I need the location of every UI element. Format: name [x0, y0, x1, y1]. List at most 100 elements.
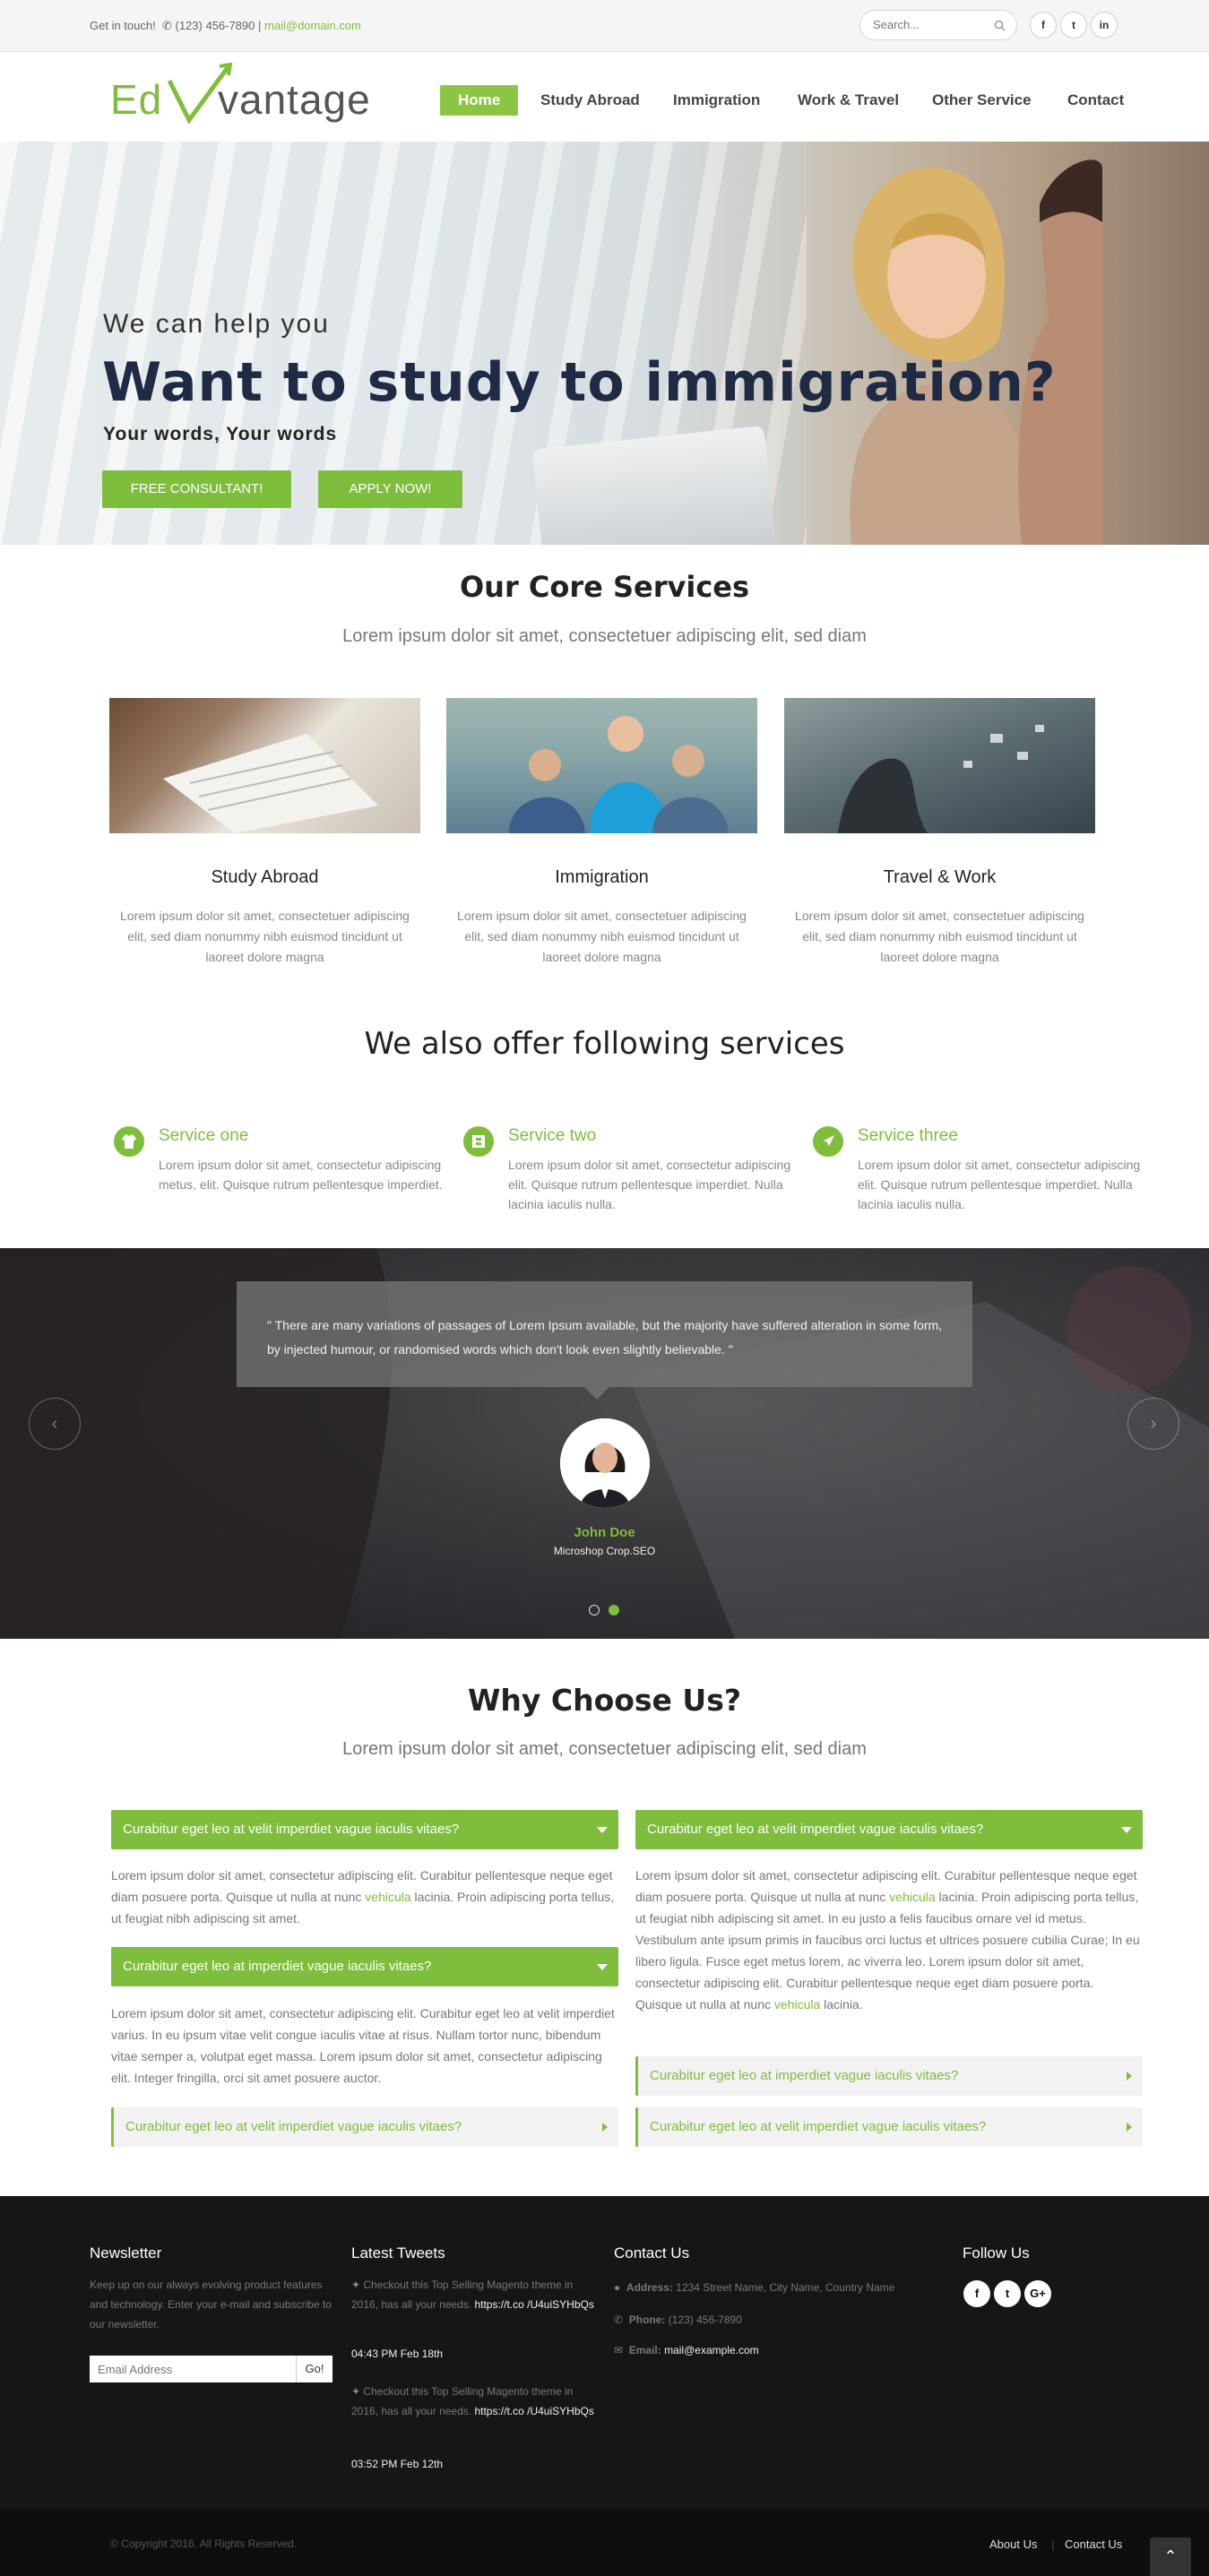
immigration-text: Lorem ipsum dolor sit amet, consectetuer… — [457, 909, 747, 964]
carousel-dot-1[interactable] — [589, 1605, 600, 1615]
logo-part-ed: Ed — [110, 76, 163, 123]
service-two-text: Lorem ipsum dolor sit amet, consectetur … — [508, 1158, 791, 1211]
search-input[interactable] — [873, 18, 989, 31]
search-box[interactable] — [859, 10, 1017, 40]
study-abroad-image[interactable] — [109, 698, 420, 833]
nav-contact[interactable]: Contact — [1067, 85, 1124, 116]
accordion-right-1-header[interactable]: Curabitur eget leo at velit imperdiet va… — [635, 1810, 1143, 1849]
nav-other-service[interactable]: Other Service — [932, 85, 1032, 116]
accordion-right-2-title: Curabitur eget leo at imperdiet vague ia… — [650, 2068, 959, 2083]
newsletter-email-input[interactable] — [90, 2356, 296, 2382]
top-separator: | — [258, 19, 262, 32]
testimonial-name: John Doe — [574, 1525, 635, 1540]
tweet-1-timestamp: 04:43 PM Feb 18th — [351, 2348, 444, 2360]
travel-work-title[interactable]: Travel & Work — [784, 867, 1095, 888]
email-label: Email: — [628, 2344, 661, 2356]
top-bar: Get in touch! ✆ (123) 456-7890 | mail@do… — [0, 0, 1209, 52]
carousel-dot-2[interactable] — [609, 1605, 619, 1615]
tweet-2: ✦ Checkout this Top Selling Magento them… — [351, 2382, 598, 2421]
free-consultant-button[interactable]: FREE CONSULTANT! — [102, 470, 291, 508]
top-email-link[interactable]: mail@domain.com — [264, 19, 361, 32]
top-contact: Get in touch! ✆ (123) 456-7890 | mail@do… — [90, 19, 361, 33]
footer-contact-link[interactable]: Contact Us — [1065, 2537, 1122, 2551]
logo-part-vantage: vantage — [218, 76, 371, 123]
tweet-2-timestamp: 03:52 PM Feb 12th — [351, 2458, 444, 2470]
immigration-title[interactable]: Immigration — [446, 867, 757, 888]
accordion-right-3-header[interactable]: Curabitur eget leo at velit imperdiet va… — [635, 2107, 1143, 2147]
email-value[interactable]: mail@example.com — [664, 2344, 759, 2356]
phone-label: Phone: — [628, 2313, 666, 2326]
testimonial-quote-box: " There are many variations of passages … — [237, 1281, 972, 1387]
phone-icon: ✆ — [159, 19, 172, 32]
top-phone: (123) 456-7890 — [175, 19, 255, 32]
chevron-down-icon — [597, 1827, 608, 1833]
service-two-title[interactable]: Service two — [508, 1126, 596, 1146]
quote-pointer — [584, 1387, 609, 1400]
accordion-right-1-body: Lorem ipsum dolor sit amet, consectetur … — [635, 1865, 1143, 2015]
tweet-1-time: 04:43 PM Feb 18th — [351, 2344, 443, 2364]
follow-title: Follow Us — [963, 2244, 1030, 2262]
vehicula-link[interactable]: vehicula — [365, 1890, 410, 1904]
phone-value: (123) 456-7890 — [668, 2313, 742, 2326]
service-one-title[interactable]: Service one — [159, 1126, 248, 1146]
nav-study-abroad[interactable]: Study Abroad — [540, 85, 640, 116]
core-services-lead: Lorem ipsum dolor sit amet, consectetuer… — [342, 626, 867, 646]
footer-about-link[interactable]: About Us — [989, 2537, 1037, 2551]
newsletter-go-button[interactable]: Go! — [296, 2356, 332, 2382]
accordion-right-2-header[interactable]: Curabitur eget leo at imperdiet vague ia… — [635, 2056, 1143, 2096]
chevron-down-icon — [597, 1964, 608, 1970]
hero-title: Want to study to immigration? — [102, 351, 1057, 414]
accordion-left-1-header[interactable]: Curabitur eget leo at velit imperdiet va… — [111, 1810, 618, 1849]
accordion-right-3-title: Curabitur eget leo at velit imperdiet va… — [650, 2119, 987, 2134]
accordion-left-3-header[interactable]: Curabitur eget leo at velit imperdiet va… — [111, 2107, 618, 2147]
apply-now-button[interactable]: APPLY NOW! — [318, 470, 462, 508]
tweet-2-link[interactable]: https://t.co /U4uiSYHbQs — [474, 2405, 593, 2417]
study-abroad-text: Lorem ipsum dolor sit amet, consectetuer… — [120, 909, 410, 964]
back-to-top-button[interactable]: ⌃ — [1150, 2537, 1191, 2576]
nav-immigration[interactable]: Immigration — [673, 85, 760, 116]
facebook-icon[interactable]: f — [1030, 12, 1057, 39]
footer — [0, 2196, 1209, 2509]
accordion-left-1-body: Lorem ipsum dolor sit amet, consectetur … — [111, 1865, 618, 1929]
newsletter-text: Keep up on our always evolving product f… — [90, 2279, 332, 2330]
service-three-text: Lorem ipsum dolor sit amet, consectetur … — [858, 1158, 1141, 1211]
nav-home[interactable]: Home — [440, 85, 519, 116]
search-icon[interactable] — [994, 20, 1006, 31]
carousel-prev-button[interactable]: ‹ — [29, 1398, 81, 1450]
facebook-icon[interactable]: f — [963, 2280, 990, 2307]
film-icon — [463, 1126, 494, 1157]
immigration-image[interactable] — [446, 698, 757, 833]
accordion-left-2-body: Lorem ipsum dolor sit amet, consectetur … — [111, 2006, 615, 2085]
vehicula-link[interactable]: vehicula — [889, 1890, 935, 1904]
linkedin-icon[interactable]: in — [1091, 12, 1118, 39]
carousel-next-button[interactable]: › — [1127, 1398, 1179, 1450]
twitter-icon: ✦ — [351, 2279, 364, 2291]
tweet-1-link[interactable]: https://t.co /U4uiSYHbQs — [474, 2298, 593, 2311]
accordion-left-2-header[interactable]: Curabitur eget leo at imperdiet vague ia… — [111, 1947, 618, 1986]
study-abroad-title[interactable]: Study Abroad — [109, 867, 420, 888]
contact-phone: ✆ Phone: (123) 456-7890 — [614, 2310, 742, 2330]
accordion-right-1-text-b: lacinia. Proin adipiscing porta tellus, … — [635, 1890, 1140, 2012]
testimonial-quote: " There are many variations of passages … — [267, 1318, 943, 1357]
copyright: © Copyright 2016. All Rights Reserved. — [110, 2537, 298, 2550]
nav-work-travel[interactable]: Work & Travel — [798, 85, 899, 116]
tweet-2-time: 03:52 PM Feb 12th — [351, 2454, 443, 2474]
footer-divider: | — [1051, 2537, 1055, 2551]
logo[interactable]: Ed vantage — [110, 63, 370, 125]
newsletter-title: Newsletter — [90, 2244, 162, 2262]
travel-work-image[interactable] — [784, 698, 1095, 833]
travel-work-text: Lorem ipsum dolor sit amet, consectetuer… — [795, 909, 1084, 964]
vehicula-link[interactable]: vehicula — [774, 1997, 820, 2012]
get-in-touch-text: Get in touch! — [90, 19, 156, 32]
accordion-right-1-text-c: lacinia. — [820, 1997, 863, 2012]
google-plus-icon[interactable]: G+ — [1024, 2280, 1051, 2307]
chevron-right-icon — [1127, 2123, 1132, 2132]
twitter-icon: ✦ — [351, 2385, 364, 2398]
twitter-icon[interactable]: t — [994, 2280, 1021, 2307]
twitter-icon[interactable]: t — [1060, 12, 1087, 39]
chevron-right-icon — [602, 2123, 608, 2132]
service-three-title[interactable]: Service three — [858, 1126, 958, 1146]
contact-address: ● Address: 1234 Street Name, City Name, … — [614, 2278, 946, 2297]
address-label: Address: — [626, 2281, 673, 2294]
chevron-down-icon — [1121, 1827, 1132, 1833]
